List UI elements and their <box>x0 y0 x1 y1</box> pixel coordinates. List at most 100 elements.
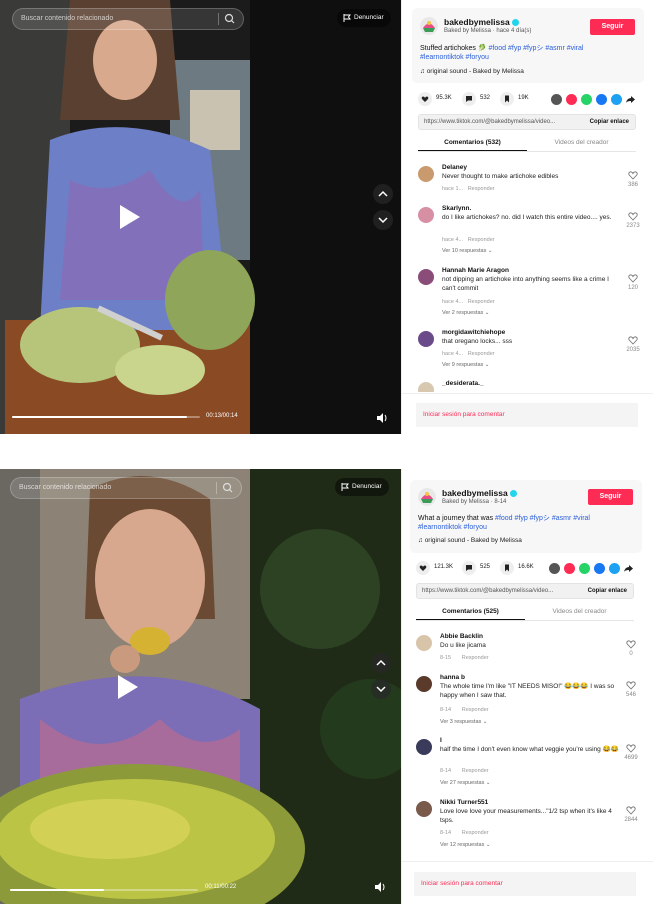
commenter-name[interactable]: Abbie Backlin <box>440 633 483 640</box>
commenter-name[interactable]: morgidawitchiehope <box>442 329 505 336</box>
previous-video-button[interactable] <box>373 184 393 204</box>
comment-like-icon[interactable] <box>628 170 638 180</box>
report-label: Denunciar <box>354 14 384 21</box>
send-icon[interactable] <box>566 94 577 105</box>
whatsapp-icon[interactable] <box>581 94 592 105</box>
play-icon[interactable] <box>118 204 142 230</box>
commenter-avatar[interactable] <box>418 207 434 223</box>
tab-creator-videos[interactable]: Videos del creador <box>525 605 634 619</box>
creator-username[interactable]: bakedbymelissa <box>444 17 519 27</box>
volume-icon[interactable] <box>374 410 390 426</box>
comment-like-icon[interactable] <box>628 211 638 221</box>
follow-button[interactable]: Seguir <box>590 19 635 35</box>
sound-link[interactable]: ♫ original sound - Baked by Melissa <box>418 537 522 544</box>
copy-link-button[interactable]: Copiar enlace <box>583 115 635 129</box>
embed-icon[interactable] <box>551 94 562 105</box>
commenter-avatar[interactable] <box>418 269 434 285</box>
facebook-icon[interactable] <box>596 94 607 105</box>
comment-like-icon[interactable] <box>628 273 638 283</box>
view-replies-button[interactable]: Ver 2 respuestas ⌄ <box>442 310 489 316</box>
commenter-name[interactable]: Delaney <box>442 164 467 171</box>
tab-creator-videos[interactable]: Videos del creador <box>527 136 636 150</box>
commenter-name[interactable]: Nikki Turner551 <box>440 799 488 806</box>
embed-icon[interactable] <box>549 563 560 574</box>
video-player[interactable]: Buscar contenido relacionado Denunciar 0… <box>0 0 401 434</box>
reply-button[interactable]: Responder <box>468 351 495 357</box>
reply-button[interactable]: Responder <box>468 186 495 192</box>
creator-avatar[interactable] <box>420 17 438 35</box>
video-url: https://www.tiktok.com/@bakedbymelissa/v… <box>424 119 556 125</box>
commenter-avatar[interactable] <box>418 382 434 392</box>
sound-link[interactable]: ♫ original sound - Baked by Melissa <box>420 68 524 75</box>
comment-like-icon[interactable] <box>626 680 636 690</box>
comment-like-icon[interactable] <box>626 639 636 649</box>
play-icon[interactable] <box>116 674 140 700</box>
search-bar[interactable]: Buscar contenido relacionado <box>12 8 244 30</box>
send-icon[interactable] <box>564 563 575 574</box>
comment-meta: 8-14 Responder <box>440 707 489 713</box>
chevron-up-icon <box>378 190 388 197</box>
search-bar[interactable]: Buscar contenido relacionado <box>10 477 242 499</box>
time-display: 00:11/00:22 <box>205 884 237 890</box>
creator-avatar[interactable] <box>418 488 436 506</box>
tab-comments[interactable]: Comentarios (525) <box>416 605 525 620</box>
view-replies-button[interactable]: Ver 12 respuestas ⌄ <box>440 842 490 848</box>
commenter-avatar[interactable] <box>418 166 434 182</box>
search-icon[interactable] <box>221 478 235 498</box>
view-replies-button[interactable]: Ver 3 respuestas ⌄ <box>440 719 487 725</box>
commenter-avatar[interactable] <box>418 331 434 347</box>
previous-video-button[interactable] <box>371 653 391 673</box>
next-video-button[interactable] <box>371 679 391 699</box>
commenter-avatar[interactable] <box>416 676 432 692</box>
comment-like-icon[interactable] <box>628 335 638 345</box>
report-button[interactable]: Denunciar <box>337 9 391 27</box>
next-video-button[interactable] <box>373 210 393 230</box>
progress-bar[interactable] <box>12 416 200 418</box>
comment-text: Do u like jicama <box>440 642 486 649</box>
commenter-avatar[interactable] <box>416 635 432 651</box>
reply-button[interactable]: Responder <box>462 707 489 713</box>
music-note-icon: ♫ <box>420 68 427 75</box>
commenter-name[interactable]: Hannah Marie Aragon <box>442 267 509 274</box>
login-to-comment-button[interactable]: Iniciar sesión para comentar <box>416 403 638 427</box>
tab-comments[interactable]: Comentarios (532) <box>418 136 527 151</box>
share-arrow-icon[interactable] <box>623 563 634 574</box>
comment-text: not dipping an artichoke into anything s… <box>442 276 609 292</box>
twitter-icon[interactable] <box>611 94 622 105</box>
commenter-name[interactable]: hanna b <box>440 674 465 681</box>
login-to-comment-button[interactable]: Iniciar sesión para comentar <box>414 872 636 896</box>
reply-button[interactable]: Responder <box>468 299 495 305</box>
progress-bar[interactable] <box>10 889 198 891</box>
comment-like-count: 2035 <box>626 347 640 353</box>
creator-username[interactable]: bakedbymelissa <box>442 488 517 498</box>
view-replies-button[interactable]: Ver 10 respuestas ⌄ <box>442 248 492 254</box>
facebook-icon[interactable] <box>594 563 605 574</box>
video-link-field[interactable]: https://www.tiktok.com/@bakedbymelissa/v… <box>418 114 636 130</box>
video-link-field[interactable]: https://www.tiktok.com/@bakedbymelissa/v… <box>416 583 634 599</box>
commenter-avatar[interactable] <box>416 801 432 817</box>
comment-item: Hannah Marie Aragon not dipping an artic… <box>418 267 642 319</box>
reply-button[interactable]: Responder <box>462 655 489 661</box>
reply-button[interactable]: Responder <box>468 237 495 243</box>
comment-item: morgidawitchiehope that oregano locks...… <box>418 329 642 373</box>
copy-link-button[interactable]: Copiar enlace <box>581 584 633 598</box>
video-player[interactable]: Buscar contenido relacionado Denunciar 0… <box>0 469 401 904</box>
volume-icon[interactable] <box>372 879 388 895</box>
commenter-name[interactable]: I <box>440 737 442 744</box>
share-arrow-icon[interactable] <box>625 94 636 105</box>
commenter-name[interactable]: _desiderata._ <box>442 380 484 387</box>
commenter-avatar[interactable] <box>416 739 432 755</box>
comment-like-icon[interactable] <box>626 805 636 815</box>
view-replies-button[interactable]: Ver 27 respuestas ⌄ <box>440 780 490 786</box>
reply-button[interactable]: Responder <box>462 768 489 774</box>
follow-button[interactable]: Seguir <box>588 489 633 505</box>
reply-button[interactable]: Responder <box>462 830 489 836</box>
post-description: What a journey that was #food #fyp #fypシ… <box>418 515 590 531</box>
whatsapp-icon[interactable] <box>579 563 590 574</box>
twitter-icon[interactable] <box>609 563 620 574</box>
search-icon[interactable] <box>223 9 237 29</box>
comment-like-icon[interactable] <box>626 743 636 753</box>
view-replies-button[interactable]: Ver 9 respuestas ⌄ <box>442 362 489 368</box>
commenter-name[interactable]: Skarlynn. <box>442 205 471 212</box>
report-button[interactable]: Denunciar <box>335 478 389 496</box>
